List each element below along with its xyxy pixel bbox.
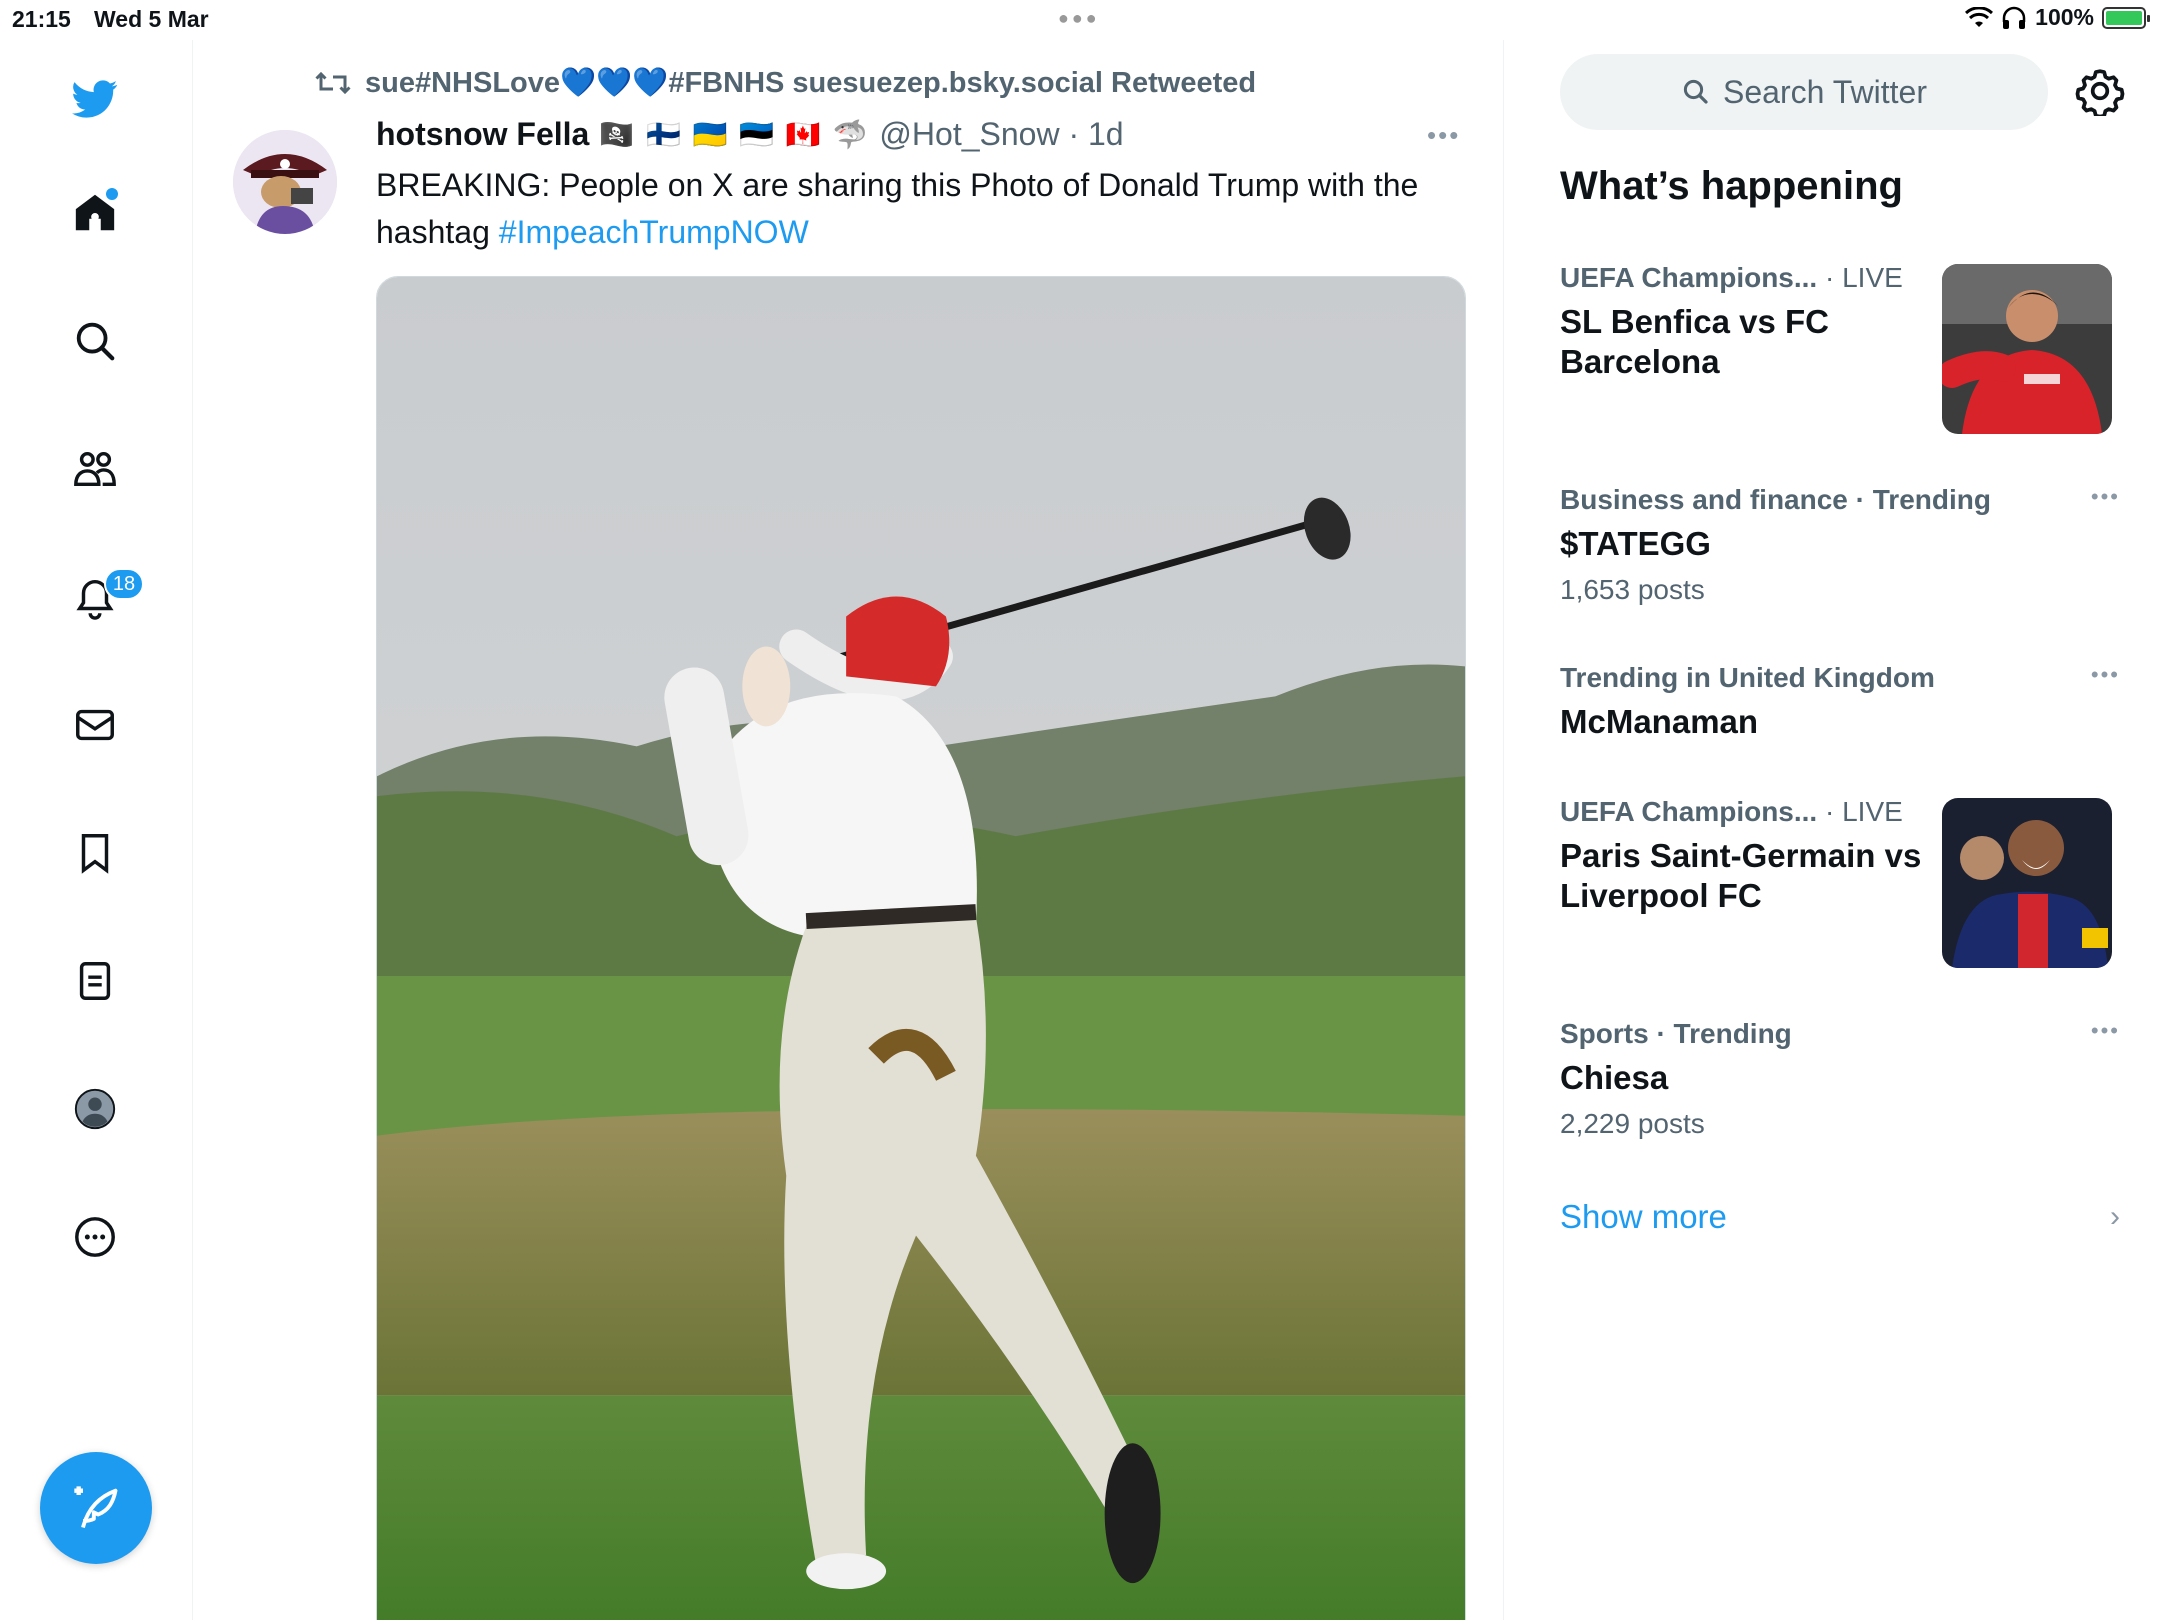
- notifications-badge: 18: [104, 568, 144, 600]
- trend-title: Chiesa: [1560, 1059, 1669, 1096]
- nav-messages[interactable]: [66, 696, 124, 754]
- trend-category: UEFA Champions...: [1560, 262, 1818, 293]
- tweet-more-icon[interactable]: •••: [1427, 120, 1460, 151]
- trend-title: $TATEGG: [1560, 525, 1711, 562]
- status-date: Wed 5 Mar: [94, 6, 209, 32]
- nav-communities[interactable]: [66, 440, 124, 498]
- wifi-icon: [1965, 6, 1994, 27]
- nav-more[interactable]: [66, 1208, 124, 1266]
- status-bar: 21:15 Wed 5 Mar ●●● 100%: [0, 0, 2160, 40]
- headphones-icon: [2002, 6, 2026, 29]
- trend-category: UEFA Champions...: [1560, 796, 1818, 827]
- trend-thumbnail-benfica[interactable]: [1942, 264, 2112, 434]
- nav-notifications[interactable]: 18: [66, 568, 144, 626]
- battery-percent: 100%: [2035, 4, 2094, 30]
- trend-more-icon[interactable]: •••: [2091, 662, 2120, 688]
- trend-live-tag: · LIVE: [1817, 796, 1903, 827]
- trend-title: SL Benfica vs FC Barcelona: [1560, 303, 1829, 380]
- trend-title: Paris Saint-Germain vs Liverpool FC: [1560, 837, 1922, 914]
- trend-item[interactable]: UEFA Champions... · LIVE SL Benfica vs F…: [1560, 262, 1940, 382]
- search-icon: [1683, 79, 1708, 104]
- author-name[interactable]: hotsnow Fella: [376, 116, 589, 153]
- lists-icon: [79, 962, 111, 1000]
- tweet-hashtag-link[interactable]: #ImpeachTrumpNOW: [499, 214, 809, 250]
- whats-happening-heading: What’s happening: [1560, 164, 1903, 208]
- nav-explore[interactable]: [66, 312, 124, 370]
- trend-live-tag: · LIVE: [1817, 262, 1903, 293]
- trend-title: McManaman: [1560, 703, 1759, 740]
- tweet-text: BREAKING: People on X are sharing this P…: [376, 162, 1436, 256]
- home-unread-dot: [106, 188, 118, 200]
- trend-thumbnail-psg[interactable]: [1942, 798, 2112, 968]
- retweet-icon: [315, 71, 351, 95]
- mail-icon: [76, 709, 114, 741]
- main-feed: sue#NHSLove💙💙💙#FBNHS suesuezep.bsky.soci…: [193, 40, 1504, 1620]
- profile-avatar-icon: [74, 1088, 116, 1130]
- nav-home[interactable]: [66, 184, 124, 242]
- battery-icon: [2102, 6, 2150, 29]
- communities-icon: [74, 451, 116, 487]
- trend-item[interactable]: UEFA Champions... · LIVE Paris Saint-Ger…: [1560, 796, 1940, 916]
- search-input[interactable]: Search Twitter: [1560, 54, 2048, 130]
- trend-post-count: 2,229 posts: [1560, 1108, 1705, 1139]
- retweeted-by-text: sue#NHSLove💙💙💙#FBNHS suesuezep.bsky.soci…: [365, 67, 1257, 99]
- multitasking-dots[interactable]: ●●●: [1058, 8, 1100, 29]
- trend-category: Business and finance · Trending: [1560, 484, 1991, 515]
- compose-quill-icon: [74, 1486, 118, 1529]
- twitter-logo-icon[interactable]: [66, 70, 124, 128]
- trend-category: Sports · Trending: [1560, 1018, 1792, 1049]
- author-flags: 🏴‍☠️ 🇫🇮 🇺🇦 🇪🇪 🇨🇦 🦈: [599, 119, 870, 150]
- trend-category: Trending in United Kingdom: [1560, 662, 1935, 693]
- author-avatar[interactable]: [233, 130, 337, 234]
- bookmark-icon: [81, 834, 109, 874]
- trend-post-count: 1,653 posts: [1560, 574, 1705, 605]
- show-more-link[interactable]: Show more: [1560, 1198, 1727, 1236]
- sidebar-nav: 18: [0, 40, 193, 1620]
- chevron-right-icon: ›: [2110, 1200, 2120, 1233]
- search-icon: [76, 322, 115, 361]
- trend-item[interactable]: Sports · Trending Chiesa 2,229 posts •••: [1560, 1018, 2120, 1140]
- status-time: 21:15: [12, 6, 71, 32]
- tweet-header: hotsnow Fella 🏴‍☠️ 🇫🇮 🇺🇦 🇪🇪 🇨🇦 🦈 @Hot_Sn…: [376, 116, 1124, 153]
- trend-item[interactable]: Trending in United Kingdom McManaman •••: [1560, 662, 2120, 742]
- trend-item[interactable]: Business and finance · Trending $TATEGG …: [1560, 484, 2120, 606]
- more-circle-icon: [75, 1217, 115, 1257]
- search-placeholder: Search Twitter: [1723, 73, 1927, 110]
- author-handle-time[interactable]: @Hot_Snow · 1d: [879, 116, 1123, 153]
- retweet-context[interactable]: sue#NHSLove💙💙💙#FBNHS suesuezep.bsky.soci…: [315, 66, 1256, 100]
- nav-profile[interactable]: [66, 1080, 124, 1138]
- tweet-photo[interactable]: [376, 276, 1466, 1620]
- nav-lists[interactable]: [66, 952, 124, 1010]
- trend-more-icon[interactable]: •••: [2091, 484, 2120, 510]
- settings-gear-icon[interactable]: [2075, 66, 2125, 116]
- nav-bookmarks[interactable]: [66, 824, 124, 882]
- trend-more-icon[interactable]: •••: [2091, 1018, 2120, 1044]
- compose-tweet-button[interactable]: [40, 1452, 152, 1564]
